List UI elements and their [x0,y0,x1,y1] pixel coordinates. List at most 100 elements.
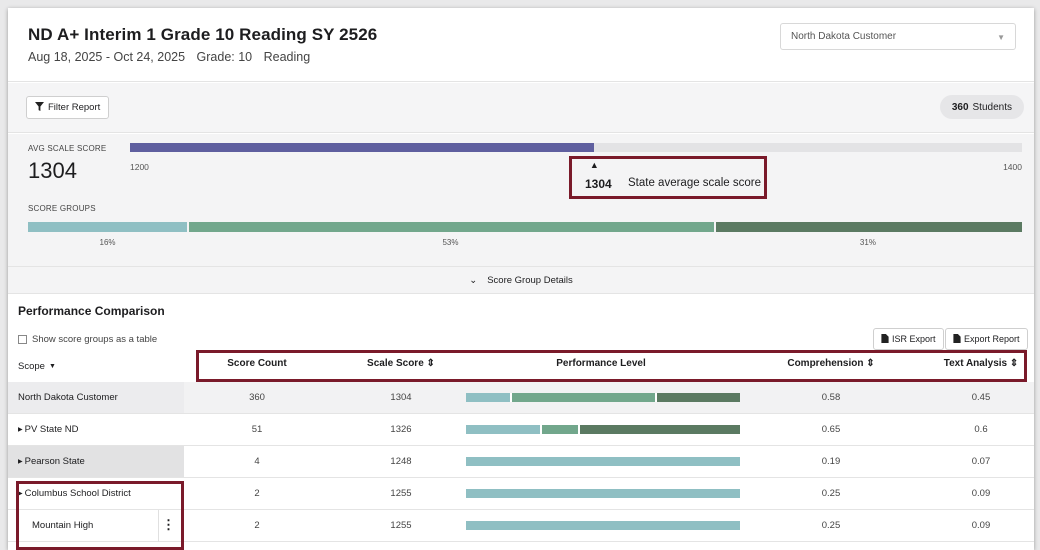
students-count-badge: 360 Students [939,95,1024,119]
date-range: Aug 18, 2025 - Oct 24, 2025 [28,50,186,64]
table-row: 51 1326 0.65 0.6 [184,414,1034,446]
file-icon [881,333,889,345]
performance-level-segment [466,393,510,402]
show-score-groups-label: Show score groups as a table [32,334,158,345]
text-analysis-cell: 0.07 [971,456,991,467]
score-group-percentage: 53% [442,238,459,247]
scope-rows-highlight [16,481,184,550]
scale-max-label: 1400 [1003,162,1022,172]
score-group-segment [713,222,1022,232]
performance-level-segment [466,489,740,498]
scope-sort-header[interactable]: Scope ▼ [8,350,184,382]
scope-name: Pearson State [24,456,85,467]
text-analysis-cell: 0.09 [971,488,991,499]
scope-name: PV State ND [24,424,79,435]
table-row: 2 1255 0.25 0.09 [184,478,1034,510]
chevron-down-icon: ⌄ [469,275,478,286]
scope-name: North Dakota Customer [18,392,118,403]
chevron-down-icon: ▼ [997,33,1005,42]
scale-score-cell: 1255 [390,488,412,499]
filter-report-button[interactable]: Filter Report [26,96,110,119]
state-average-label: State average scale score [628,177,761,189]
scope-row[interactable]: ▶ PV State ND [8,414,184,446]
scope-row[interactable]: North Dakota Customer [8,382,184,414]
students-label: Students [972,101,1012,113]
score-groups-label: SCORE GROUPS [28,204,96,213]
scope-row[interactable]: ▶ Pearson State [8,446,184,478]
score-count-cell: 4 [254,456,260,467]
comprehension-cell: 0.19 [821,456,841,467]
students-count: 360 [951,101,969,113]
subject-label: Reading [263,50,311,64]
show-score-groups-toggle[interactable]: Show score groups as a table [18,334,157,345]
text-analysis-cell: 0.45 [971,392,991,403]
scope-header-label: Scope [18,360,45,372]
filter-report-label: Filter Report [48,102,101,113]
expand-arrow-icon[interactable]: ▶ [18,426,23,433]
score-group-details-label: Score Group Details [487,275,573,286]
score-group-segment [28,222,188,232]
performance-level-bar [466,457,740,466]
report-subtitle: Aug 18, 2025 - Oct 24, 2025 Grade: 10 Re… [28,50,318,64]
comprehension-cell: 0.25 [821,520,841,531]
filter-icon [35,101,44,114]
performance-level-bar [466,521,740,530]
expand-arrow-icon[interactable]: ▶ [18,458,23,465]
scale-score-cell: 1248 [390,456,412,467]
score-group-details-toggle[interactable]: ⌄ Score Group Details [8,266,1034,294]
performance-comparison-title: Performance Comparison [18,304,165,318]
score-groups-bar [28,222,1022,232]
performance-level-segment [578,425,740,434]
avg-scale-score-label: AVG SCALE SCORE [28,144,107,153]
scale-score-cell: 1326 [390,424,412,435]
isr-export-label: ISR Export [892,334,936,344]
export-report-button[interactable]: Export Report [945,328,1028,350]
performance-level-segment [466,425,540,434]
score-summary: AVG SCALE SCORE 1304 1200 1400 ▲ 1304 St… [8,134,1034,294]
scale-score-cell: 1255 [390,520,412,531]
performance-level-segment [466,521,740,530]
report-page: ND A+ Interim 1 Grade 10 Reading SY 2526… [8,8,1034,550]
score-count-cell: 2 [254,520,260,531]
performance-level-bar [466,489,740,498]
file-icon [953,333,961,345]
comprehension-cell: 0.25 [821,488,841,499]
text-analysis-cell: 0.6 [974,424,988,435]
customer-select-value: North Dakota Customer [791,31,897,42]
table-row: 360 1304 0.58 0.45 [184,382,1034,414]
performance-level-segment [539,425,579,434]
avg-scale-score-value: 1304 [28,158,77,183]
scale-score-cell: 1304 [390,392,412,403]
scale-score-track [130,143,1022,152]
performance-level-segment [509,393,656,402]
score-group-percentage: 31% [859,238,876,247]
report-header: ND A+ Interim 1 Grade 10 Reading SY 2526… [8,8,1034,82]
isr-export-button[interactable]: ISR Export [873,328,944,350]
customer-select[interactable]: North Dakota Customer ▼ [780,23,1016,50]
score-count-cell: 51 [251,424,263,435]
comprehension-cell: 0.65 [821,424,841,435]
report-title: ND A+ Interim 1 Grade 10 Reading SY 2526 [28,25,378,44]
performance-level-segment [466,457,740,466]
grade-label: Grade: 10 [196,50,253,64]
performance-level-bar [466,425,740,434]
scale-min-label: 1200 [130,162,149,172]
performance-level-segment [655,393,740,402]
toolbar: Filter Report 360 Students [8,83,1034,133]
score-count-cell: 2 [254,488,260,499]
export-report-label: Export Report [964,334,1020,344]
show-score-groups-checkbox[interactable] [18,335,27,344]
state-average-value: 1304 [585,177,612,191]
score-count-cell: 360 [249,392,265,403]
performance-level-bar [466,393,740,402]
table-row: 2 1255 0.25 0.09 [184,510,1034,542]
table-header-highlight [196,350,1027,382]
comprehension-cell: 0.58 [821,392,841,403]
state-average-callout: 1304 State average scale score [569,156,767,199]
scale-score-fill [130,143,594,152]
score-group-percentage: 16% [99,238,116,247]
caret-down-icon: ▼ [48,362,56,370]
table-row: 4 1248 0.19 0.07 [184,446,1034,478]
score-group-segment [187,222,714,232]
text-analysis-cell: 0.09 [971,520,991,531]
